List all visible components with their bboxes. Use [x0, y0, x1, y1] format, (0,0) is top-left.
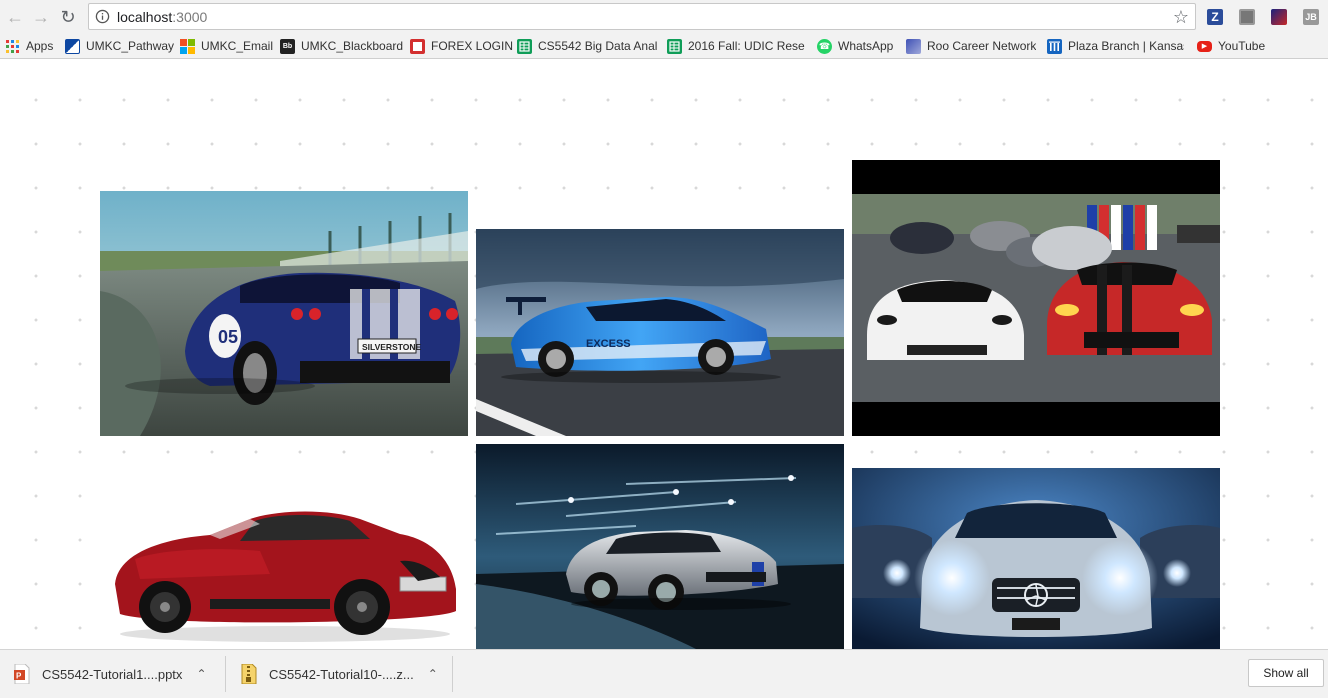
show-all-downloads-button[interactable]: Show all: [1248, 659, 1324, 687]
umkc-pathway-icon: [65, 38, 80, 54]
bookmark-umkc-pathway[interactable]: UMKC_Pathway: [65, 37, 174, 55]
gallery-image-silver-mustang[interactable]: [476, 444, 844, 649]
bookmark-roo-career[interactable]: Roo Career Network: [906, 37, 1036, 55]
powerpoint-file-icon: P: [14, 663, 30, 685]
bookmark-label: Plaza Branch | Kansas: [1068, 39, 1184, 53]
gallery-image-blue-race-car[interactable]: EXCESS: [476, 229, 844, 436]
chevron-up-icon[interactable]: ⌃: [196, 667, 206, 681]
gallery-image-red-porsche[interactable]: [100, 489, 468, 649]
microsoft-icon: [180, 38, 195, 54]
download-filename: CS5542-Tutorial1....pptx: [42, 666, 183, 682]
extension-icon[interactable]: [1239, 9, 1255, 25]
zip-file-icon: [241, 663, 257, 685]
bookmark-label: CS5542 Big Data Anal: [538, 39, 657, 53]
bookmark-label: UMKC_Pathway: [86, 39, 175, 53]
download-item[interactable]: P CS5542-Tutorial1....pptx ⌃: [14, 650, 207, 698]
bookmark-label: UMKC_Email: [201, 39, 274, 53]
bookmark-star-icon[interactable]: ☆: [1173, 7, 1189, 28]
download-item[interactable]: CS5542-Tutorial10-....z... ⌃: [241, 650, 438, 698]
youtube-icon: ▶: [1197, 40, 1212, 52]
bookmark-plaza-branch[interactable]: Plaza Branch | Kansas: [1047, 37, 1184, 55]
bookmark-label: UMKC_Blackboard: [301, 39, 404, 53]
bookmark-label: YouTube: [1218, 39, 1266, 53]
url-text[interactable]: localhost:3000: [117, 9, 207, 25]
bookmark-forex-login[interactable]: FOREX LOGIN: [410, 37, 513, 55]
forward-icon[interactable]: →: [30, 6, 52, 28]
reload-icon[interactable]: ↻: [57, 6, 79, 28]
jetbrains-extension-icon[interactable]: JB: [1303, 9, 1319, 25]
race-car-livery-label: EXCESS: [586, 338, 631, 350]
bookmark-label: FOREX LOGIN: [431, 39, 514, 53]
gallery-image-mercedes[interactable]: [852, 468, 1220, 649]
whatsapp-icon: ☎: [817, 38, 832, 54]
bookmark-udic-research[interactable]: 2016 Fall: UDIC Resea: [667, 37, 805, 55]
library-icon: [1047, 38, 1062, 54]
bookmark-cs5542[interactable]: CS5542 Big Data Anal: [517, 37, 657, 55]
bookmark-whatsapp[interactable]: ☎ WhatsApp: [817, 37, 893, 55]
bookmarks-bar: Apps UMKC_Pathway UMKC_Email Bb UMKC_Bla…: [0, 34, 1328, 59]
bookmark-umkc-blackboard[interactable]: Bb UMKC_Blackboard: [280, 37, 403, 55]
gallery-image-supercars[interactable]: [852, 160, 1220, 436]
license-plate-label: SILVERSTONE: [362, 342, 422, 352]
apps-grid-icon: [5, 39, 20, 54]
forex-icon: [410, 38, 425, 54]
bookmark-apps[interactable]: Apps: [5, 37, 53, 55]
info-icon[interactable]: [95, 9, 110, 24]
bookmark-label: WhatsApp: [838, 39, 894, 53]
divider: [452, 656, 453, 692]
svg-text:P: P: [16, 672, 22, 681]
page-content: 05 SILVERSTONE EXCESS: [0, 59, 1328, 649]
divider: [225, 656, 226, 692]
bookmark-label: 2016 Fall: UDIC Resea: [688, 39, 805, 53]
car-number-label: 05: [218, 327, 238, 347]
downloads-bar: P CS5542-Tutorial1....pptx ⌃ CS5542-Tuto…: [0, 649, 1328, 698]
chevron-up-icon[interactable]: ⌃: [428, 667, 438, 681]
roo-career-icon: [906, 38, 921, 54]
extension-icon[interactable]: [1271, 9, 1287, 25]
browser-toolbar: ← → ↻ localhost:3000 ☆ Z JB: [0, 0, 1328, 34]
sheets-icon: [667, 38, 682, 54]
bookmark-label: Roo Career Network: [927, 39, 1037, 53]
bookmark-youtube[interactable]: ▶ YouTube: [1197, 37, 1265, 55]
blackboard-icon: Bb: [280, 38, 295, 54]
bookmark-label: Apps: [26, 39, 54, 53]
sheets-icon: [517, 38, 532, 54]
bookmark-umkc-email[interactable]: UMKC_Email: [180, 37, 273, 55]
zotero-extension-icon[interactable]: Z: [1207, 9, 1223, 25]
download-filename: CS5542-Tutorial10-....z...: [269, 666, 414, 682]
address-bar[interactable]: localhost:3000 ☆: [88, 3, 1196, 30]
back-icon[interactable]: ←: [4, 6, 26, 28]
gallery-image-blue-ferrari[interactable]: 05 SILVERSTONE: [100, 191, 468, 436]
